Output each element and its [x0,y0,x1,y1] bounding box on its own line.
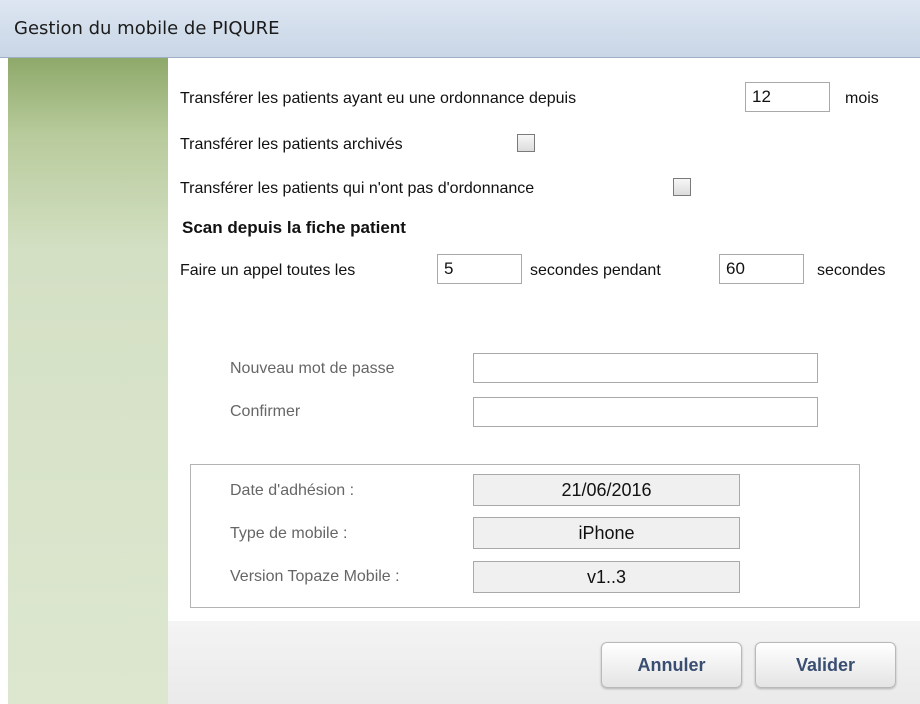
mobile-type-value: iPhone [473,517,740,549]
ordonnance-months-input[interactable] [745,82,830,112]
no-ordonnance-label: Transférer les patients qui n'ont pas d'… [180,180,535,197]
no-ordonnance-checkbox[interactable] [673,178,691,196]
confirm-password-label: Confirmer [230,403,301,420]
seconds-during-label: secondes pendant [530,262,661,279]
scan-section-heading: Scan depuis la fiche patient [182,218,406,237]
new-password-field[interactable] [473,353,818,383]
archived-patients-label: Transférer les patients archivés [180,136,403,153]
title-bar: Gestion du mobile de PIQURE [0,0,920,58]
app-version-value: v1..3 [473,561,740,593]
subscription-date-value: 21/06/2016 [473,474,740,506]
seconds-unit-label: secondes [817,262,886,279]
subscription-date-label: Date d'adhésion : [230,482,355,499]
window-title: Gestion du mobile de PIQURE [14,18,280,39]
call-interval-label: Faire un appel toutes les [180,262,356,279]
submit-button[interactable]: Valider [755,642,896,688]
call-interval-input[interactable] [437,254,522,284]
mobile-type-label: Type de mobile : [230,525,348,542]
call-duration-input[interactable] [719,254,804,284]
months-unit-label: mois [845,90,879,107]
app-version-label: Version Topaze Mobile : [230,568,400,585]
sidebar-panel [8,58,168,704]
new-password-label: Nouveau mot de passe [230,360,395,377]
archived-patients-checkbox[interactable] [517,134,535,152]
cancel-button[interactable]: Annuler [601,642,742,688]
confirm-password-field[interactable] [473,397,818,427]
ordonnance-months-label: Transférer les patients ayant eu une ord… [180,90,577,107]
